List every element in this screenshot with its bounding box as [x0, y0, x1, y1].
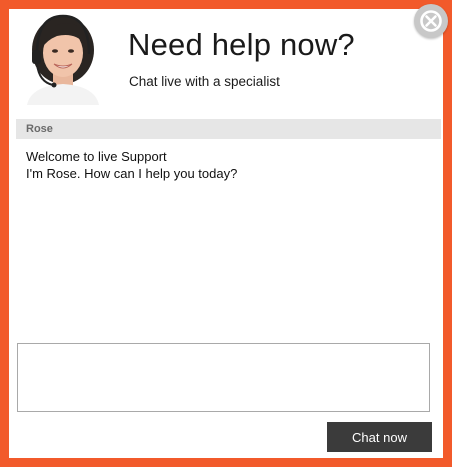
dialog-subtitle: Chat live with a specialist: [129, 74, 280, 89]
message-line: I'm Rose. How can I help you today?: [26, 166, 238, 181]
close-x-icon: [420, 10, 442, 32]
message-line: Welcome to live Support: [26, 149, 167, 164]
agent-avatar: [23, 10, 103, 105]
chat-message-input[interactable]: [17, 343, 430, 412]
support-agent-headset-avatar-icon: [27, 14, 99, 105]
close-button[interactable]: [414, 4, 448, 38]
agent-name-bar: Rose: [16, 119, 441, 139]
message-list: Welcome to live Support I'm Rose. How ca…: [26, 148, 237, 182]
chat-now-button[interactable]: Chat now: [327, 422, 432, 452]
dialog-title: Need help now?: [128, 27, 355, 62]
